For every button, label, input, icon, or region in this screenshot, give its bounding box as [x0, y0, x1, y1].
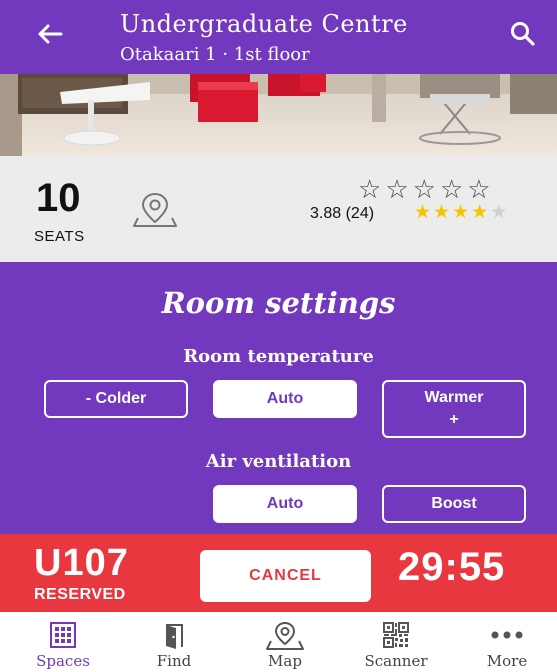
room-photo: [0, 74, 557, 156]
page-subtitle: Otakaari 1 · 1st floor: [120, 44, 310, 65]
qr-code-icon: [383, 622, 409, 648]
search-icon: [511, 22, 535, 46]
rate-star-icon[interactable]: ☆: [385, 176, 408, 202]
reservation-status: RESERVED: [34, 586, 126, 603]
rate-star-icon[interactable]: ☆: [467, 176, 490, 202]
nav-label-spaces: Spaces: [36, 652, 90, 670]
search-button[interactable]: [503, 14, 543, 54]
temperature-auto-button[interactable]: Auto: [213, 380, 357, 418]
map-pin-icon: [266, 622, 304, 650]
rate-star-icon[interactable]: ☆: [440, 176, 463, 202]
reservation-timer: 29:55: [398, 545, 506, 589]
room-settings-title: Room settings: [161, 286, 396, 320]
air-ventilation-label: Air ventilation: [205, 451, 352, 472]
rate-star-icon[interactable]: ☆: [413, 176, 436, 202]
nav-label-find: Find: [156, 652, 192, 670]
star-empty-icon: ★: [490, 202, 508, 223]
seats-count: 10: [36, 176, 81, 220]
nav-label-scanner: Scanner: [364, 652, 428, 670]
nav-item-map[interactable]: Map: [235, 612, 335, 672]
boost-button[interactable]: Boost: [382, 485, 526, 523]
grid-icon: [50, 622, 76, 648]
nav-item-scanner[interactable]: Scanner: [346, 612, 446, 672]
seats-label: SEATS: [34, 228, 85, 245]
nav-item-more[interactable]: More: [457, 612, 557, 672]
more-dots-icon: [491, 631, 523, 639]
arrow-left-icon: [38, 24, 63, 44]
map-pin-icon: [133, 192, 177, 227]
colder-button[interactable]: - Colder: [44, 380, 188, 418]
nav-item-find[interactable]: Find: [124, 612, 224, 672]
average-rating-text: 3.88 (24): [310, 205, 375, 222]
cancel-reservation-button[interactable]: CANCEL: [200, 550, 371, 602]
rate-room-stars[interactable]: ☆ ☆ ☆ ☆ ☆: [358, 176, 491, 202]
nav-label-map: Map: [268, 652, 302, 670]
warmer-button[interactable]: Warmer +: [382, 380, 526, 438]
star-filled-icon: ★: [452, 202, 470, 223]
nav-label-more: More: [486, 652, 528, 670]
average-rating-stars: ★ ★ ★ ★ ★: [414, 203, 507, 222]
nav-item-spaces[interactable]: Spaces: [13, 612, 113, 672]
ventilation-auto-button[interactable]: Auto: [213, 485, 357, 523]
page-title: Undergraduate Centre: [120, 10, 408, 38]
star-filled-icon: ★: [471, 202, 489, 223]
rate-star-icon[interactable]: ☆: [358, 176, 381, 202]
app-header: Undergraduate Centre Otakaari 1 · 1st fl…: [0, 0, 557, 74]
star-filled-icon: ★: [433, 202, 451, 223]
back-button[interactable]: [30, 14, 70, 54]
room-code: U107: [34, 542, 129, 584]
show-on-map-button[interactable]: [132, 192, 178, 228]
door-icon: [166, 624, 183, 649]
star-filled-icon: ★: [414, 202, 432, 223]
room-temperature-label: Room temperature: [183, 346, 374, 367]
